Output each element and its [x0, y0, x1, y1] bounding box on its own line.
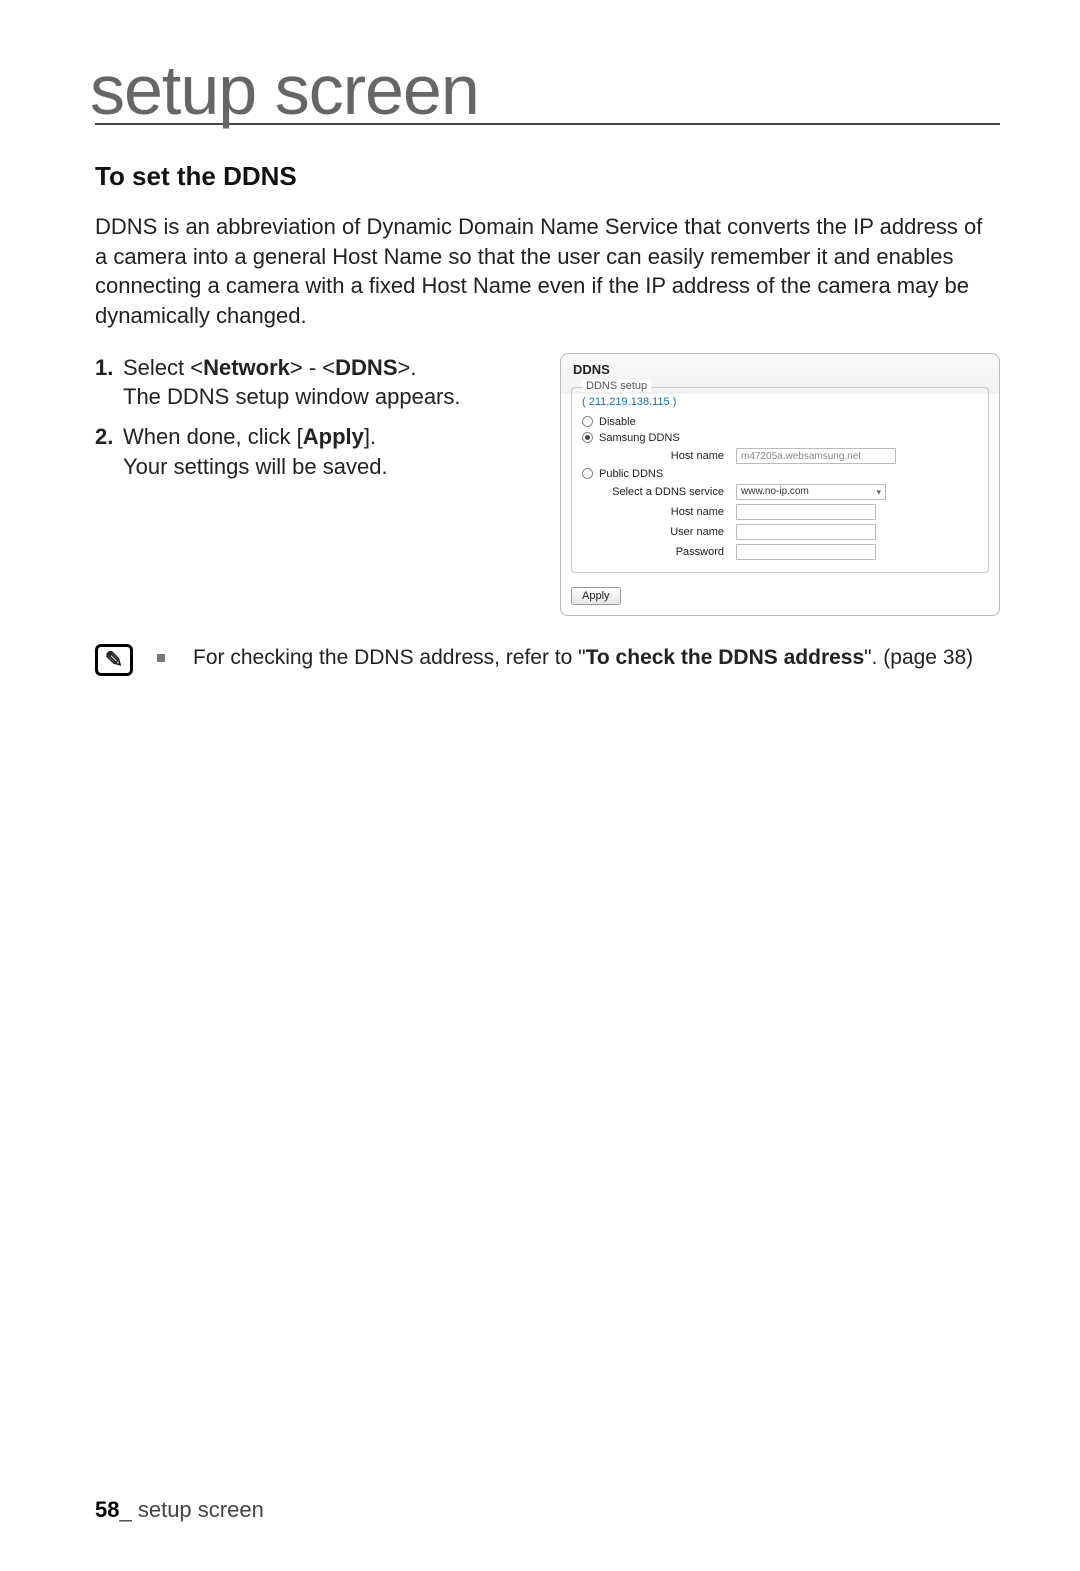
public-username-label: User name: [600, 526, 730, 538]
intro-paragraph: DDNS is an abbreviation of Dynamic Domai…: [95, 212, 995, 331]
section-heading: To set the DDNS: [95, 161, 1000, 192]
public-service-row: Select a DDNS service www.no-ip.com ▾: [582, 482, 978, 502]
note-text-part: For checking the DDNS address, refer to …: [193, 646, 586, 669]
public-password-input[interactable]: [736, 544, 876, 560]
note-text-bold: To check the DDNS address: [586, 646, 865, 669]
public-service-label: Select a DDNS service: [600, 486, 730, 498]
note-text: For checking the DDNS address, refer to …: [193, 644, 973, 671]
pencil-icon: ✎: [105, 647, 123, 673]
ddns-option-disable[interactable]: Disable: [582, 414, 978, 430]
apply-button[interactable]: Apply: [571, 587, 621, 605]
step-item: 2. When done, click [Apply]. Your settin…: [95, 422, 532, 481]
ddns-panel: DDNS DDNS setup ( 211.219.138.115 ) Disa…: [560, 353, 1000, 616]
step-text: When done, click [: [123, 424, 303, 449]
note-icon: ✎: [95, 644, 133, 676]
public-password-row: Password: [582, 542, 978, 562]
public-hostname-label: Host name: [600, 506, 730, 518]
public-service-value: www.no-ip.com: [741, 484, 809, 500]
radio-icon[interactable]: [582, 416, 593, 427]
ddns-option-samsung[interactable]: Samsung DDNS: [582, 430, 978, 446]
radio-icon[interactable]: [582, 432, 593, 443]
samsung-hostname-input[interactable]: m47205a.websamsung.net: [736, 448, 896, 464]
ddns-panel-title: DDNS: [561, 354, 999, 383]
step-text: >.: [398, 355, 417, 380]
step-strong: Apply: [303, 424, 364, 449]
radio-label: Samsung DDNS: [599, 432, 680, 444]
step-number: 2.: [95, 422, 123, 481]
step-text: Your settings will be saved.: [123, 454, 388, 479]
footer-label: setup screen: [138, 1497, 264, 1522]
step-text: > - <: [290, 355, 335, 380]
steps-list: 1. Select <Network> - <DDNS>. The DDNS s…: [95, 353, 532, 492]
step-text: The DDNS setup window appears.: [123, 384, 461, 409]
ddns-setup-legend: DDNS setup: [582, 380, 651, 392]
ddns-option-public[interactable]: Public DDNS: [582, 466, 978, 482]
public-hostname-input[interactable]: [736, 504, 876, 520]
step-item: 1. Select <Network> - <DDNS>. The DDNS s…: [95, 353, 532, 412]
page-number: 58: [95, 1497, 119, 1522]
public-password-label: Password: [600, 546, 730, 558]
page-header-title: setup screen: [90, 55, 1000, 125]
note-text-part: ". (page 38): [864, 646, 973, 669]
step-text: Select <: [123, 355, 203, 380]
samsung-hostname-label: Host name: [600, 450, 730, 462]
step-strong: Network: [203, 355, 290, 380]
ddns-ip-address: ( 211.219.138.115 ): [582, 396, 978, 408]
chevron-down-icon: ▾: [876, 484, 881, 500]
public-hostname-row: Host name: [582, 502, 978, 522]
radio-label: Disable: [599, 416, 636, 428]
ddns-setup-fieldset: DDNS setup ( 211.219.138.115 ) Disable S…: [571, 387, 989, 573]
public-service-select[interactable]: www.no-ip.com ▾: [736, 484, 886, 500]
public-username-input[interactable]: [736, 524, 876, 540]
page-footer: 58_ setup screen: [95, 1497, 264, 1523]
step-strong: DDNS: [335, 355, 397, 380]
samsung-hostname-row: Host name m47205a.websamsung.net: [582, 446, 978, 466]
radio-icon[interactable]: [582, 468, 593, 479]
note-row: ✎ For checking the DDNS address, refer t…: [95, 644, 1000, 676]
public-username-row: User name: [582, 522, 978, 542]
step-text: ].: [364, 424, 376, 449]
footer-sep: _: [119, 1497, 137, 1522]
step-number: 1.: [95, 353, 123, 412]
bullet-icon: [157, 654, 165, 662]
radio-label: Public DDNS: [599, 468, 663, 480]
